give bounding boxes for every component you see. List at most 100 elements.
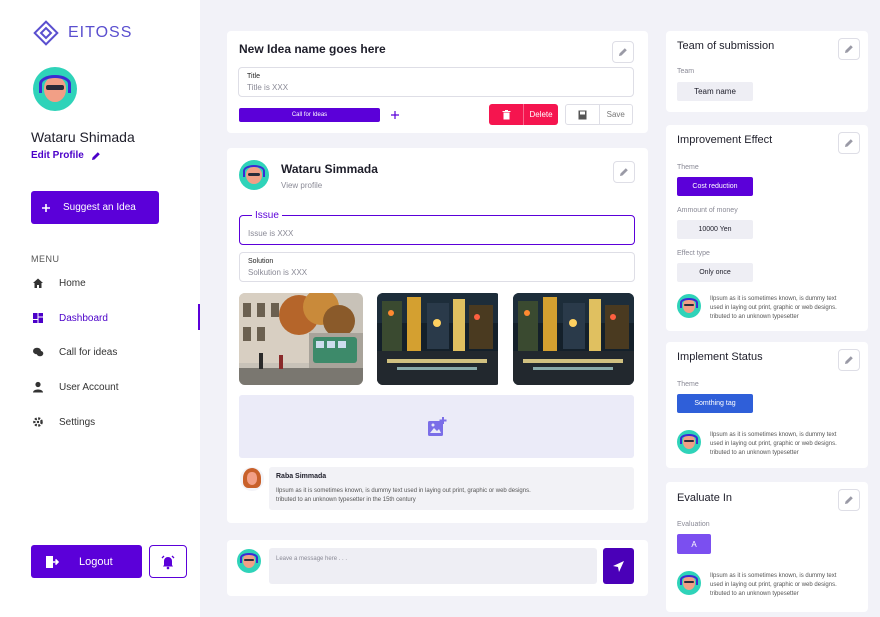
edit-implement-button[interactable]	[838, 349, 860, 371]
sidebar-item-label: Dashboard	[59, 312, 108, 324]
sidebar-item-user-account[interactable]: User Account	[31, 377, 200, 397]
night-market-photo[interactable]	[513, 293, 634, 385]
improvement-card-title: Improvement Effect	[677, 134, 773, 146]
sidebar-item-call-for-ideas[interactable]: Call for ideas	[31, 342, 200, 362]
menu-heading: MENU	[31, 254, 60, 264]
money-tag[interactable]: 10000 Yen	[677, 220, 753, 239]
money-label: Ammount of money	[677, 207, 738, 214]
edit-improvement-button[interactable]	[838, 132, 860, 154]
add-icon[interactable]	[389, 109, 401, 121]
implement-note-avatar	[677, 430, 701, 454]
comment-text-line2: tributed to an unknown typesetter in the…	[276, 497, 416, 503]
comment-text-line1: Ilpsum as it is sometimes known, is dumm…	[276, 488, 531, 494]
sidebar: EITOSS Wataru Shimada Edit Profile Sugge…	[0, 0, 200, 617]
sidebar-item-label: Settings	[59, 416, 96, 428]
delete-label: Delete	[529, 110, 553, 119]
plus-icon	[42, 203, 50, 212]
implement-card-title: Implement Status	[677, 351, 763, 363]
active-indicator	[198, 304, 200, 330]
diamond-logo-icon	[33, 20, 59, 46]
pencil-icon	[91, 151, 100, 160]
pencil-icon	[845, 139, 853, 147]
evaluate-note-avatar	[677, 571, 701, 595]
gear-icon	[31, 416, 44, 429]
image-upload-area[interactable]	[239, 395, 634, 458]
home-icon	[31, 277, 44, 290]
implement-note-line2: used in laying out print, graphic or web…	[710, 441, 837, 447]
edit-idea-button[interactable]	[612, 41, 634, 63]
notifications-button[interactable]	[149, 545, 187, 578]
edit-author-button[interactable]	[613, 161, 635, 183]
suggest-idea-button[interactable]: Suggest an Idea	[31, 191, 159, 224]
profile-avatar[interactable]	[33, 67, 77, 111]
pencil-icon	[845, 45, 853, 53]
sidebar-item-label: Home	[59, 277, 86, 289]
implement-note-line1: Ilpsum as it is sometimes known, is dumm…	[710, 432, 837, 438]
title-field-placeholder: Title is XXX	[247, 83, 289, 92]
commenter-avatar[interactable]	[240, 467, 264, 491]
evaluation-tag[interactable]: A	[677, 534, 711, 554]
solution-field-label: Solution	[248, 258, 274, 265]
team-card-title: Team of submission	[677, 40, 775, 52]
delete-button[interactable]: Delete	[489, 104, 558, 125]
edit-profile-link[interactable]: Edit Profile	[31, 150, 101, 161]
sidebar-item-label: Call for ideas	[59, 346, 118, 358]
evaluate-note-line2: used in laying out print, graphic or web…	[710, 582, 837, 588]
evaluate-card-title: Evaluate In	[677, 492, 733, 504]
message-input[interactable]: Leave a message here . . .	[269, 548, 597, 584]
improvement-note-line1: Ilpsum as it is sometimes known, is dumm…	[710, 296, 837, 302]
app-logo[interactable]: EITOSS	[33, 20, 132, 46]
effect-type-tag[interactable]: Only once	[677, 263, 753, 282]
improvement-note-line2: used in laying out print, graphic or web…	[710, 305, 837, 311]
implement-theme-label: Theme	[677, 381, 699, 388]
improvement-theme-label: Theme	[677, 164, 699, 171]
evaluate-note-line1: Ilpsum as it is sometimes known, is dumm…	[710, 573, 837, 579]
improvement-theme-tag[interactable]: Cost reduction	[677, 177, 753, 196]
issue-field-placeholder: Issue is XXX	[248, 229, 294, 238]
title-field[interactable]: Title Title is XXX	[238, 67, 634, 97]
team-label: Team	[677, 68, 695, 75]
sidebar-item-dashboard[interactable]: Dashboard	[31, 308, 200, 328]
team-name-tag[interactable]: Team name	[677, 82, 753, 101]
message-placeholder: Leave a message here . . .	[276, 556, 348, 562]
comment-author: Raba Simmada	[276, 473, 327, 480]
solution-field-placeholder: Solkution is XXX	[248, 268, 308, 277]
edit-team-button[interactable]	[838, 38, 860, 60]
pencil-icon	[619, 48, 627, 56]
pencil-icon	[845, 356, 853, 364]
logout-icon	[46, 555, 59, 568]
save-button[interactable]: Save	[565, 104, 633, 125]
sidebar-item-home[interactable]: Home	[31, 273, 200, 293]
improvement-note-line3: tributed to an unknown typesetter	[710, 314, 799, 320]
author-avatar[interactable]	[239, 160, 269, 190]
sidebar-item-label: User Account	[59, 381, 119, 393]
solution-field[interactable]: Solution Solkution is XXX	[239, 252, 635, 282]
profile-name: Wataru Shimada	[31, 129, 135, 145]
logout-button[interactable]: Logout	[31, 545, 142, 578]
dashboard-icon	[31, 312, 44, 325]
send-icon	[613, 560, 624, 572]
night-market-photo[interactable]	[377, 293, 501, 385]
street-tram-photo[interactable]	[239, 293, 363, 385]
author-name: Wataru Simmada	[281, 162, 378, 176]
pencil-icon	[620, 168, 628, 176]
add-image-icon	[427, 416, 446, 436]
view-profile-link[interactable]: View profile	[281, 181, 322, 190]
issue-field-label: Issue	[252, 210, 282, 221]
brand-name: EITOSS	[68, 24, 133, 41]
title-field-label: Title	[247, 73, 260, 80]
edit-profile-label: Edit Profile	[31, 150, 84, 161]
send-button[interactable]	[603, 548, 634, 584]
trash-icon	[489, 104, 524, 125]
alarm-bell-icon	[161, 555, 175, 569]
edit-evaluate-button[interactable]	[838, 489, 860, 511]
suggest-idea-label: Suggest an Idea	[63, 202, 136, 213]
user-icon	[31, 381, 44, 394]
chat-icon	[31, 346, 44, 359]
pencil-icon	[845, 496, 853, 504]
issue-field[interactable]: Issue Issue is XXX	[239, 210, 635, 245]
implement-theme-tag[interactable]: Somthing tag	[677, 394, 753, 413]
call-for-ideas-chip[interactable]: Call for Ideas	[239, 108, 380, 122]
sidebar-item-settings[interactable]: Settings	[31, 412, 200, 432]
effect-type-label: Effect type	[677, 250, 710, 257]
